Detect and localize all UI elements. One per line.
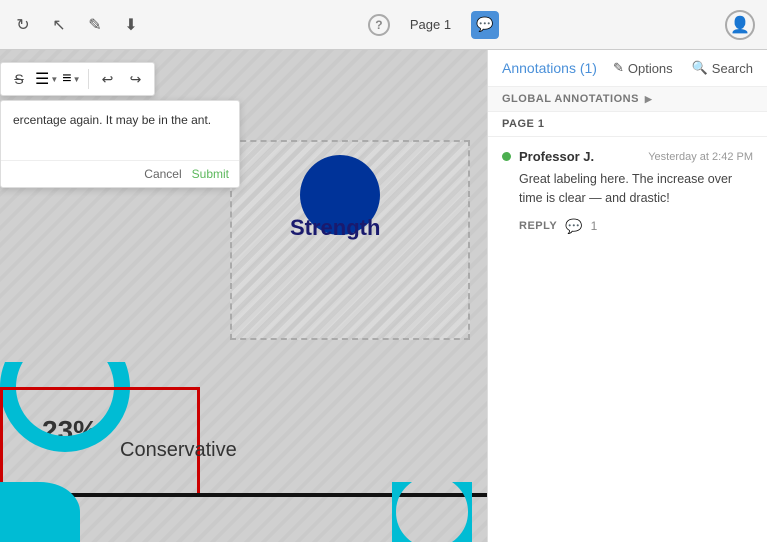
- undo-button[interactable]: ↩: [96, 67, 120, 91]
- global-section-arrow-icon: ▶: [645, 94, 652, 105]
- reply-count: 1: [591, 219, 598, 233]
- comment-edit-box: ercentage again. It may be in the ant. C…: [0, 100, 240, 188]
- comment-author: Professor J.: [519, 149, 594, 164]
- cyan-arc-right-circle: [392, 482, 472, 542]
- conservative-label: Conservative: [120, 439, 237, 462]
- toolbar-divider: [88, 69, 89, 89]
- options-button[interactable]: ✎ Options: [613, 60, 673, 76]
- annotations-header: Annotations (1) ✎ Options 🔍 Search: [488, 50, 767, 87]
- panel-comment: Professor J. Yesterday at 2:42 PM Great …: [488, 137, 767, 247]
- cursor-icon[interactable]: ↖: [48, 14, 70, 36]
- comment-actions: Cancel Submit: [1, 161, 239, 187]
- page1-section: PAGE 1: [488, 112, 767, 137]
- search-icon: 🔍: [692, 60, 708, 76]
- cyan-corner-graphic: [0, 482, 80, 542]
- strikethrough-icon: S: [14, 71, 23, 87]
- user-avatar-icon: 👤: [730, 15, 750, 35]
- undo-icon: ↩: [102, 71, 114, 88]
- chat-button[interactable]: 💬: [471, 11, 499, 39]
- cancel-button[interactable]: Cancel: [144, 167, 181, 181]
- ordered-list-icon: ≡: [62, 70, 71, 88]
- list-icon: ☰: [35, 69, 49, 89]
- rotate-icon[interactable]: ↻: [12, 14, 34, 36]
- download-icon[interactable]: ⬇: [120, 14, 142, 36]
- main-area: S ☰ ▼ ≡ ▼ ↩ ↪ ercentage again. It may be…: [0, 50, 767, 542]
- search-button[interactable]: 🔍 Search: [692, 60, 753, 76]
- chat-icon: 💬: [476, 16, 493, 33]
- annotations-title: Annotations (1): [502, 60, 597, 76]
- reply-icon: 💬: [565, 218, 582, 235]
- comment-timestamp: Yesterday at 2:42 PM: [648, 151, 753, 163]
- canvas-area: S ☰ ▼ ≡ ▼ ↩ ↪ ercentage again. It may be…: [0, 50, 487, 542]
- right-panel: Annotations (1) ✎ Options 🔍 Search GLOBA…: [487, 50, 767, 542]
- annotation-toolbar: S ☰ ▼ ≡ ▼ ↩ ↪: [0, 62, 155, 96]
- online-status-dot: [502, 152, 511, 161]
- toolbar-right: 👤: [725, 10, 755, 40]
- comment-author-row: Professor J. Yesterday at 2:42 PM: [502, 149, 753, 164]
- user-button[interactable]: 👤: [725, 10, 755, 40]
- ordered-list-dropdown[interactable]: ≡ ▼: [62, 70, 80, 88]
- comment-body: Great labeling here. The increase over t…: [519, 170, 753, 208]
- list-arrow-icon: ▼: [50, 75, 58, 84]
- global-annotations-section[interactable]: GLOBAL ANNOTATIONS ▶: [488, 87, 767, 112]
- redo-icon: ↪: [130, 71, 142, 88]
- cyan-arc-right-graphic: [392, 482, 472, 542]
- redo-button[interactable]: ↪: [124, 67, 148, 91]
- top-toolbar: ↻ ↖ ✎ ⬇ ? Page 1 💬 👤: [0, 0, 767, 50]
- page-label: Page 1: [410, 17, 451, 32]
- strikethrough-button[interactable]: S: [7, 67, 31, 91]
- comment-text-area[interactable]: ercentage again. It may be in the ant.: [1, 101, 239, 161]
- help-button[interactable]: ?: [368, 14, 390, 36]
- reply-button[interactable]: REPLY: [519, 220, 557, 232]
- list-dropdown[interactable]: ☰ ▼: [35, 69, 58, 89]
- submit-button[interactable]: Submit: [192, 167, 229, 181]
- options-pen-icon: ✎: [613, 60, 624, 76]
- toolbar-center: ? Page 1 💬: [156, 11, 711, 39]
- ordered-list-arrow-icon: ▼: [73, 75, 81, 84]
- strength-label: Strength: [290, 215, 380, 241]
- comment-reply-row: REPLY 💬 1: [519, 218, 753, 235]
- pen-icon[interactable]: ✎: [84, 14, 106, 36]
